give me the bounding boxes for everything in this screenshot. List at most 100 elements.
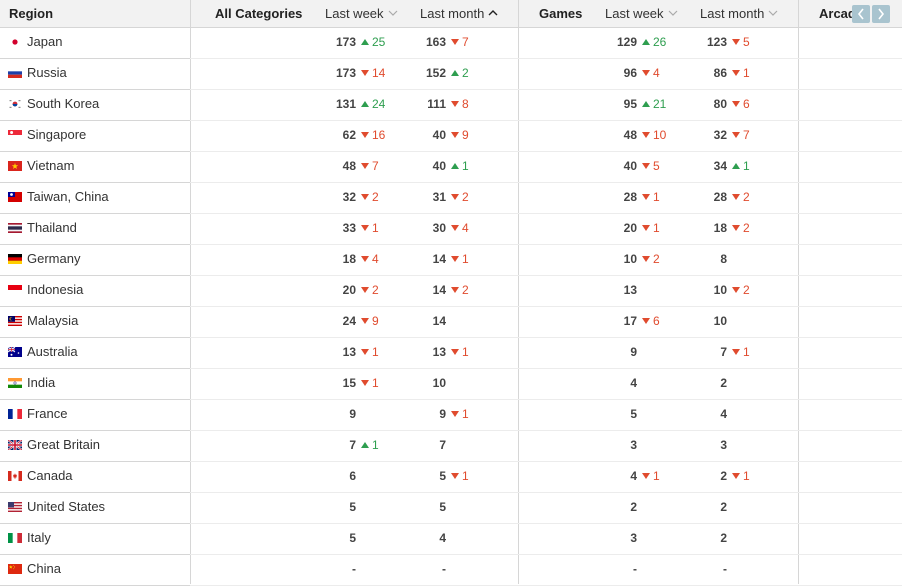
table-row[interactable]: South Korea 131 24 111 8 95 21 80 6 [0,90,902,121]
region-cell[interactable]: South Korea [8,90,99,121]
all-week-value: 18 [342,252,356,266]
all-month-change: 9 [451,121,469,152]
scroll-right-button[interactable] [872,5,890,23]
games-last-week-sort[interactable]: Last week [605,0,678,28]
table-row[interactable]: Russia 173 14 152 2 96 4 86 1 [0,59,902,90]
games-week-value: 4 [630,376,637,390]
all-week-change: 16 [361,121,385,152]
table-row[interactable]: China - - - - [0,555,902,586]
all-month-change: 8 [451,90,469,121]
all-month-change: 1 [451,400,469,431]
table-row[interactable]: Italy 5 4 3 2 [0,524,902,555]
all-month-value: 111 [427,97,446,111]
arrow-down-icon [451,131,459,138]
games-month-change: 1 [732,462,750,493]
region-name: Vietnam [27,158,75,173]
region-cell[interactable]: Canada [8,462,73,493]
table-row[interactable]: Great Britain 7 1 7 3 3 [0,431,902,462]
change-value: 1 [743,159,750,173]
arrow-down-icon [732,348,740,355]
games-month-change: 1 [732,152,750,183]
change-value: 2 [653,252,660,266]
flag-in-icon [8,377,22,388]
table-row[interactable]: India 15 1 10 4 2 [0,369,902,400]
table-row[interactable]: Canada 6 5 1 4 1 2 1 [0,462,902,493]
arrow-down-icon [732,69,740,76]
region-cell[interactable]: Italy [8,524,51,555]
arrow-up-icon [451,162,459,169]
arrow-down-icon [451,38,459,45]
games-last-month-sort[interactable]: Last month [700,0,778,28]
all-last-month-sort[interactable]: Last month [420,0,498,28]
all-month-value: 7 [439,438,446,452]
change-value: 2 [372,190,379,204]
all-month-change: 4 [451,214,469,245]
region-cell[interactable]: Taiwan, China [8,183,109,214]
change-value: 1 [462,407,469,421]
region-cell[interactable]: Malaysia [8,307,78,338]
arrow-down-icon [642,472,650,479]
region-cell[interactable]: China [8,555,61,586]
games-month-value: 4 [720,407,727,421]
chevron-down-icon [768,10,778,16]
region-cell[interactable]: Great Britain [8,431,100,462]
games-month-value: 123 [706,35,727,49]
games-header[interactable]: Games [539,0,582,28]
region-name: Canada [27,468,73,483]
region-name: Russia [27,65,67,80]
all-week-change: 1 [361,369,379,400]
region-cell[interactable]: Thailand [8,214,77,245]
scroll-left-button[interactable] [852,5,870,23]
all-week-value: 131 [335,97,356,111]
games-month-value: 2 [720,376,727,390]
change-value: 5 [653,159,660,173]
arrow-up-icon [642,38,650,45]
all-month-value: 30 [432,221,446,235]
table-row[interactable]: Malaysia 24 9 14 17 6 10 [0,307,902,338]
flag-ru-icon [8,67,22,78]
table-row[interactable]: Vietnam 48 7 40 1 40 5 34 1 [0,152,902,183]
flag-de-icon [8,253,22,264]
region-cell[interactable]: Japan [8,28,62,59]
region-cell[interactable]: France [8,400,67,431]
arrow-down-icon [361,193,369,200]
games-week-value: 10 [623,252,637,266]
all-month-value: 163 [425,35,446,49]
table-row[interactable]: Australia 13 1 13 1 9 7 1 [0,338,902,369]
flag-th-icon [8,222,22,233]
region-cell[interactable]: Australia [8,338,78,369]
arrow-down-icon [642,255,650,262]
table-row[interactable]: Thailand 33 1 30 4 20 1 18 2 [0,214,902,245]
region-cell[interactable]: India [8,369,55,400]
change-value: 2 [462,190,469,204]
table-row[interactable]: United States 5 5 2 2 [0,493,902,524]
arrow-down-icon [732,286,740,293]
change-value: 1 [743,66,750,80]
table-row[interactable]: Germany 18 4 14 1 10 2 8 [0,245,902,276]
change-value: 14 [372,66,386,80]
table-row[interactable]: Indonesia 20 2 14 2 13 10 2 [0,276,902,307]
games-week-value: 48 [623,128,637,142]
games-month-change: 2 [732,214,750,245]
region-cell[interactable]: United States [8,493,105,524]
arrow-down-icon [451,286,459,293]
region-cell[interactable]: Indonesia [8,276,83,307]
all-last-week-sort[interactable]: Last week [325,0,398,28]
games-month-value: 32 [713,128,727,142]
table-row[interactable]: Singapore 62 16 40 9 48 10 32 7 [0,121,902,152]
region-cell[interactable]: Singapore [8,121,86,152]
all-month-change: 2 [451,276,469,307]
region-cell[interactable]: Vietnam [8,152,74,183]
region-cell[interactable]: Russia [8,59,67,90]
table-row[interactable]: Japan 173 25 163 7 129 26 123 5 [0,28,902,59]
flag-kr-icon [8,98,22,109]
flag-ca-icon [8,470,22,481]
games-month-value: 86 [713,66,727,80]
all-categories-header[interactable]: All Categories [215,0,302,28]
region-column-header[interactable]: Region [9,0,53,28]
change-value: 1 [462,345,469,359]
arrow-down-icon [361,317,369,324]
region-cell[interactable]: Germany [8,245,80,276]
table-row[interactable]: Taiwan, China 32 2 31 2 28 1 28 2 [0,183,902,214]
table-row[interactable]: France 9 9 1 5 4 [0,400,902,431]
